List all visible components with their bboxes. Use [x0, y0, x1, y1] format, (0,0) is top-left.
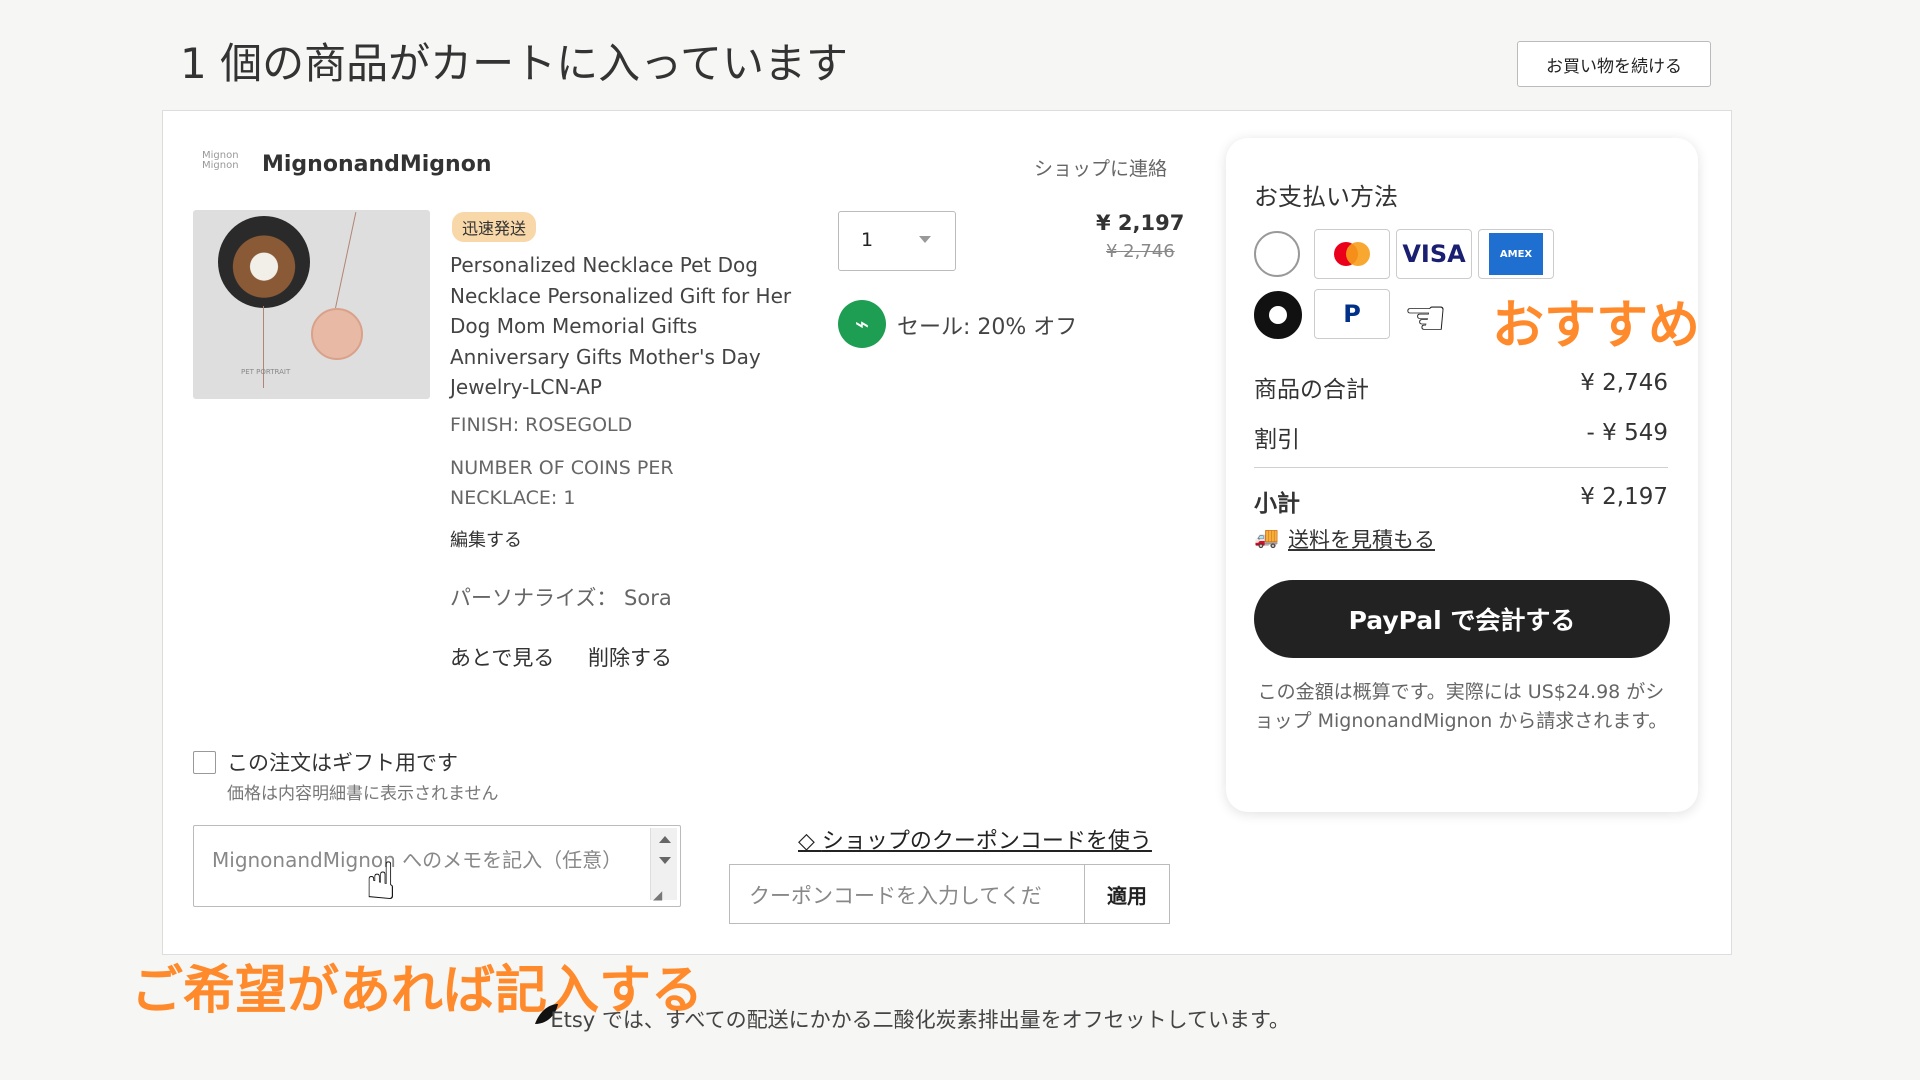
image-caption: PET PORTRAIT	[241, 368, 291, 376]
discount-value: - ¥ 549	[1586, 420, 1668, 446]
apply-coupon-button[interactable]: 適用	[1084, 864, 1170, 924]
subtotal-value: ¥ 2,197	[1580, 484, 1668, 510]
pointing-hand-icon: ☜	[1403, 289, 1448, 347]
truck-icon: 🚚	[1254, 525, 1279, 549]
sale-label: セール: 20% オフ	[897, 315, 1078, 340]
remove-item-link[interactable]: 削除する	[588, 642, 672, 672]
memo-textarea[interactable]: MignonandMignon へのメモを記入（任意） ◢	[193, 825, 681, 907]
carbon-offset-note: Etsy では、すべての配送にかかる二酸化炭素排出量をオフセットしています。	[537, 1004, 1290, 1034]
gift-checkbox[interactable]	[193, 751, 216, 774]
resize-handle-icon[interactable]: ◢	[653, 888, 669, 902]
discount-row: 割引 - ¥ 549	[1254, 420, 1668, 454]
memo-placeholder: MignonandMignon へのメモを記入（任意）	[212, 848, 623, 872]
quantity-value: 1	[861, 229, 874, 251]
mastercard-circles	[1334, 242, 1370, 266]
items-total-row: 商品の合計 ¥ 2,746	[1254, 370, 1668, 404]
necklace-chain	[335, 212, 357, 309]
paypal-icon: P	[1314, 289, 1390, 339]
scroll-up-icon[interactable]	[659, 836, 671, 843]
current-price: ¥ 2,197	[1096, 211, 1185, 235]
fast-shipping-badge: 迅速発送	[452, 212, 537, 242]
pendant-coin	[311, 308, 363, 360]
card-payment-radio[interactable]	[1254, 231, 1300, 277]
save-for-later-link[interactable]: あとで見る	[450, 642, 554, 672]
gift-label[interactable]: この注文はギフト用です	[227, 747, 458, 777]
dog-portrait	[218, 216, 310, 308]
recommended-annotation: おすすめ	[1492, 296, 1701, 356]
discount-label: 割引	[1254, 427, 1300, 453]
paypal-checkout-button[interactable]: PayPal で会計する	[1254, 580, 1670, 658]
coupon-input[interactable]: クーポンコードを入力してくだ	[729, 864, 1086, 924]
coupon-link[interactable]: ◇ ショップのクーポンコードを使う	[798, 823, 1152, 855]
shop-name[interactable]: MignonandMignon	[262, 152, 492, 177]
contact-shop-link[interactable]: ショップに連絡	[1034, 154, 1167, 181]
payment-method-heading: お支払い方法	[1254, 183, 1398, 211]
original-price: ¥ 2,746	[1106, 241, 1175, 262]
chevron-down-icon	[919, 236, 931, 243]
amex-mark: AMEX	[1489, 233, 1543, 275]
amex-icon: AMEX	[1478, 229, 1554, 279]
items-total-value: ¥ 2,746	[1580, 370, 1668, 396]
shop-logo: Mignon Mignon	[202, 150, 239, 171]
continue-shopping-button[interactable]: お買い物を続ける	[1517, 41, 1711, 87]
page-title: 1 個の商品がカートに入っています	[180, 39, 848, 88]
subtotal-row: 小計 ¥ 2,197	[1254, 484, 1668, 518]
coupon-link-label: ショップのクーポンコードを使う	[821, 829, 1152, 854]
edit-item-link[interactable]: 編集する	[450, 526, 522, 552]
summary-divider	[1254, 467, 1668, 468]
quantity-select[interactable]: 1	[838, 211, 956, 271]
estimate-shipping-link[interactable]: 送料を見積もる	[1288, 524, 1435, 554]
pointer-hand-icon: ☝	[365, 852, 397, 912]
items-total-label: 商品の合計	[1254, 377, 1369, 403]
visa-icon: VISA	[1396, 229, 1472, 279]
product-image[interactable]: PET PORTRAIT	[193, 210, 430, 399]
radio-selected-dot	[1269, 306, 1287, 324]
estimate-note: この金額は概算です。実際には US$24.98 がショップ MignonandM…	[1254, 681, 1668, 732]
tag-icon: ⌁	[838, 300, 886, 348]
personalization-text: パーソナライズ： Sora	[450, 586, 672, 610]
subtotal-label: 小計	[1254, 491, 1300, 517]
product-title[interactable]: Personalized Necklace Pet Dog Necklace P…	[450, 250, 800, 403]
coupon-placeholder: クーポンコードを入力してくだ	[749, 884, 1042, 908]
gift-note: 価格は内容明細書に表示されません	[227, 784, 499, 804]
paypal-payment-radio[interactable]	[1254, 291, 1302, 339]
scroll-down-icon[interactable]	[659, 857, 671, 864]
variant-finish: FINISH: ROSEGOLD	[450, 414, 633, 436]
variant-coins: NUMBER OF COINS PER NECKLACE: 1	[450, 457, 674, 509]
mastercard-icon	[1314, 229, 1390, 279]
carbon-offset-text: Etsy では、すべての配送にかかる二酸化炭素排出量をオフセットしています。	[550, 1008, 1290, 1032]
